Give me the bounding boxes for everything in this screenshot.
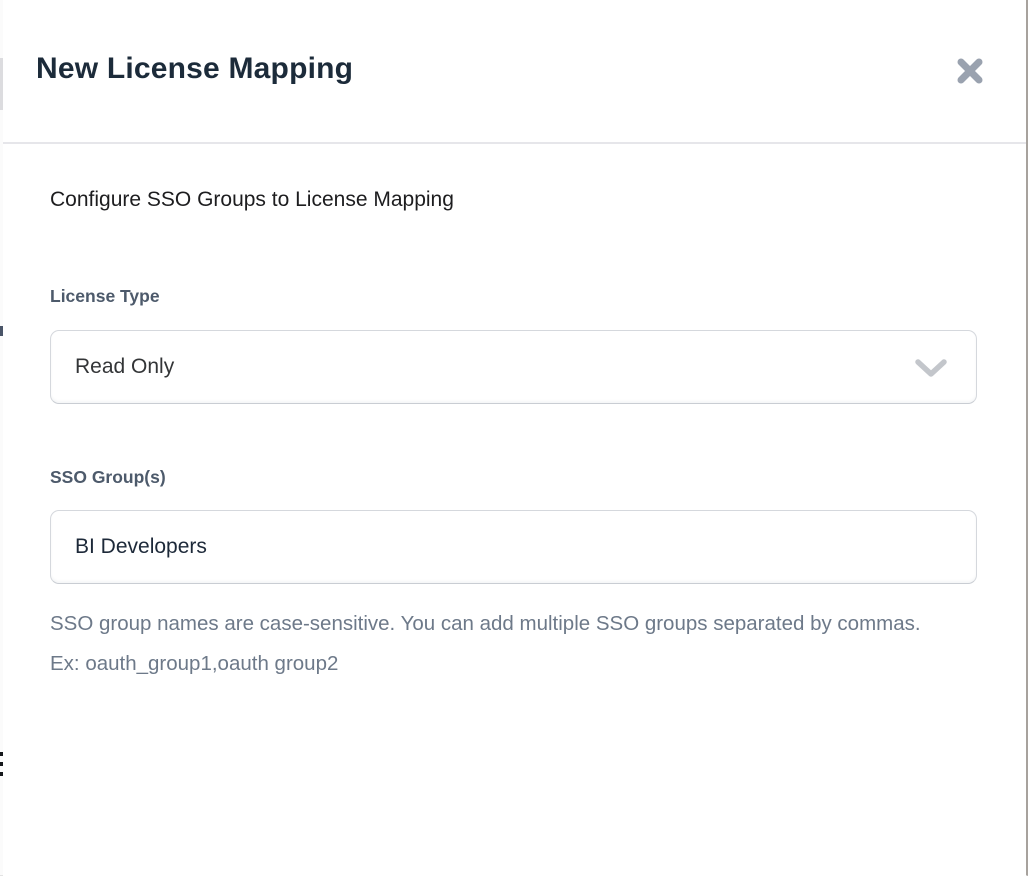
sso-groups-input[interactable]: [50, 510, 977, 584]
close-icon: [953, 53, 987, 90]
modal-title: New License Mapping: [36, 52, 353, 86]
sso-groups-label: SSO Group(s): [50, 467, 978, 488]
modal-header: New License Mapping: [3, 0, 1026, 144]
license-type-selected-value: Read Only: [75, 355, 174, 379]
new-license-mapping-modal: New License Mapping Configure SSO Groups…: [3, 0, 1026, 876]
sso-groups-help-text: SSO group names are case-sensitive. You …: [50, 604, 930, 684]
close-button[interactable]: [952, 53, 988, 89]
chevron-down-icon: [914, 359, 948, 384]
license-type-select[interactable]: Read Only: [50, 330, 977, 404]
screen: New License Mapping Configure SSO Groups…: [0, 0, 1028, 876]
modal-body: Configure SSO Groups to License Mapping …: [3, 144, 1026, 684]
license-type-label: License Type: [50, 286, 978, 307]
section-heading: Configure SSO Groups to License Mapping: [50, 186, 978, 212]
